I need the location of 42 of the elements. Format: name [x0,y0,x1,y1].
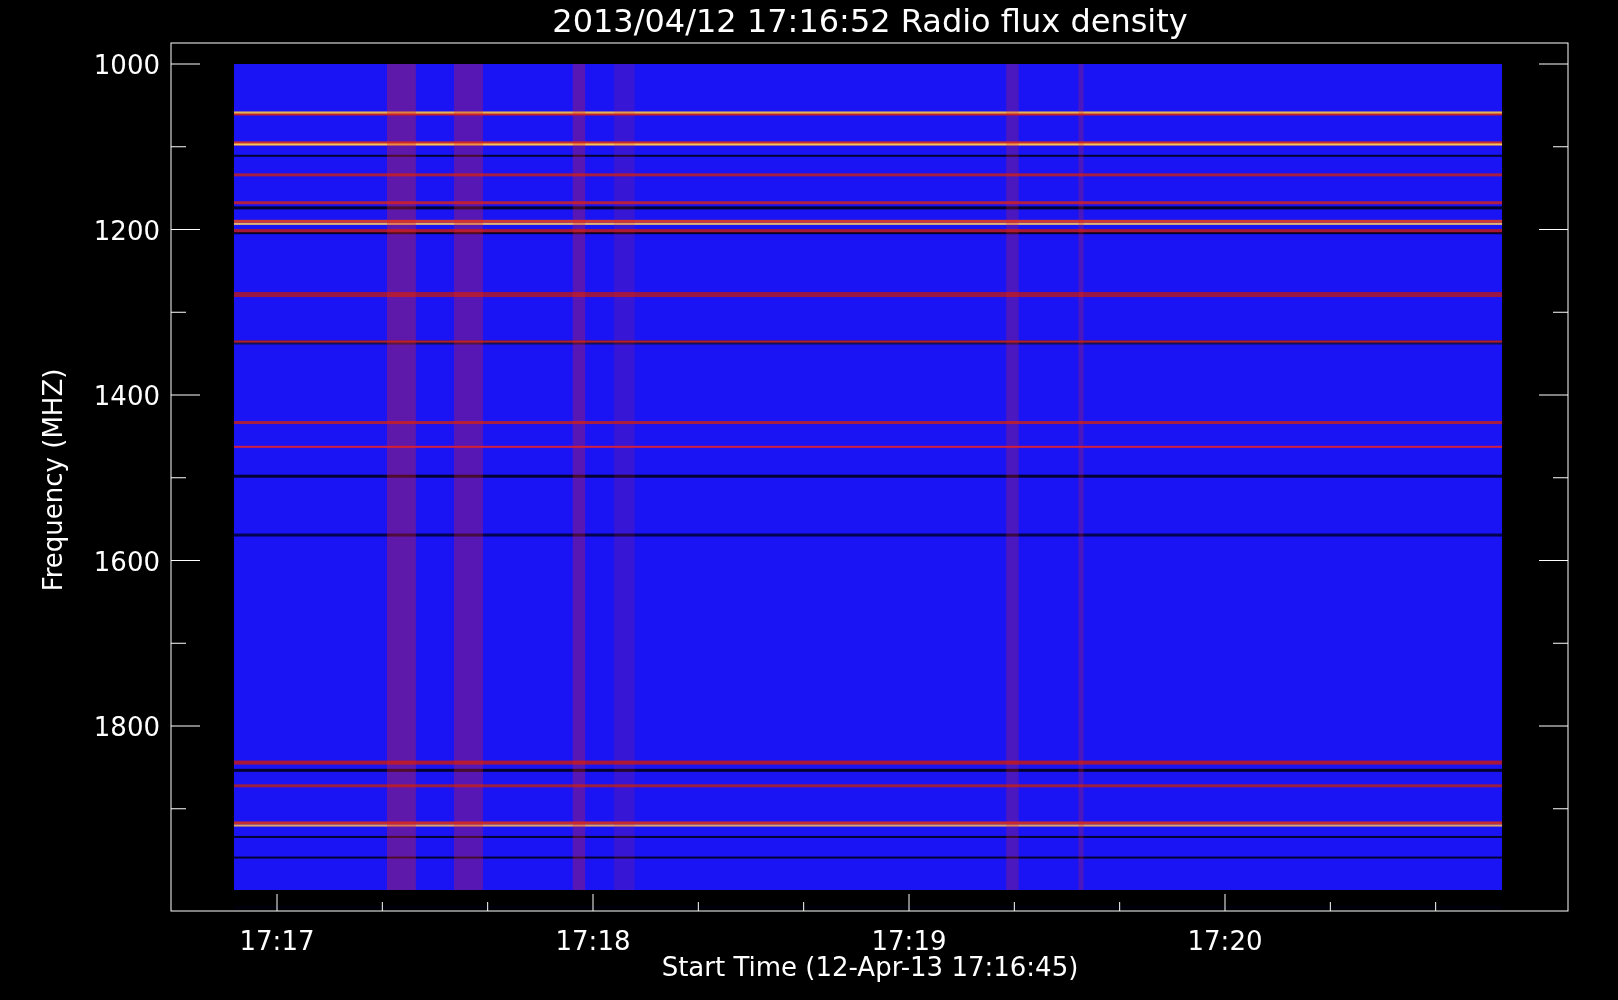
tick-mark [1538,394,1569,396]
tick-mark [381,901,383,912]
tick-mark [170,477,187,479]
tick-mark [276,893,278,912]
tick-mark [1329,901,1331,912]
tick-mark [592,893,594,912]
tick-mark [1435,901,1437,912]
tick-mark [1538,725,1569,727]
tick-mark [1119,901,1121,912]
y-tick-label: 1600 [93,546,160,577]
tick-mark [1552,642,1569,644]
tick-mark [1224,893,1226,912]
y-tick-label: 1400 [93,381,160,411]
tick-mark [170,229,201,230]
tick-mark [1552,477,1569,479]
tick-mark [697,901,699,912]
tick-mark [1013,901,1015,912]
y-tick-label: 1200 [93,215,160,246]
tick-mark [170,560,201,561]
tick-mark [170,808,187,810]
tick-mark [170,725,201,727]
y-tick-label: 1800 [93,712,160,742]
y-axis-label: Frequency (MHZ) [38,368,68,592]
tick-mark [803,901,805,912]
x-tick-label: 17:20 [1187,926,1263,956]
tick-mark [170,146,187,148]
tick-mark [1538,229,1569,230]
tick-mark [170,642,187,644]
tick-mark [1538,63,1569,65]
tick-mark [1552,146,1569,148]
tick-mark [908,893,910,912]
tick-mark [1552,808,1569,810]
tick-mark [487,901,489,912]
tick-mark [170,394,201,396]
y-tick-label: 1000 [93,50,160,80]
x-tick-label: 17:18 [555,926,631,956]
tick-mark [1552,311,1569,313]
tick-mark [170,63,201,65]
chart-title: 2013/04/12 17:16:52 Radio flux density [552,2,1188,40]
tick-mark [170,311,187,313]
x-tick-label: 17:17 [239,926,315,956]
tick-mark [1538,560,1569,561]
